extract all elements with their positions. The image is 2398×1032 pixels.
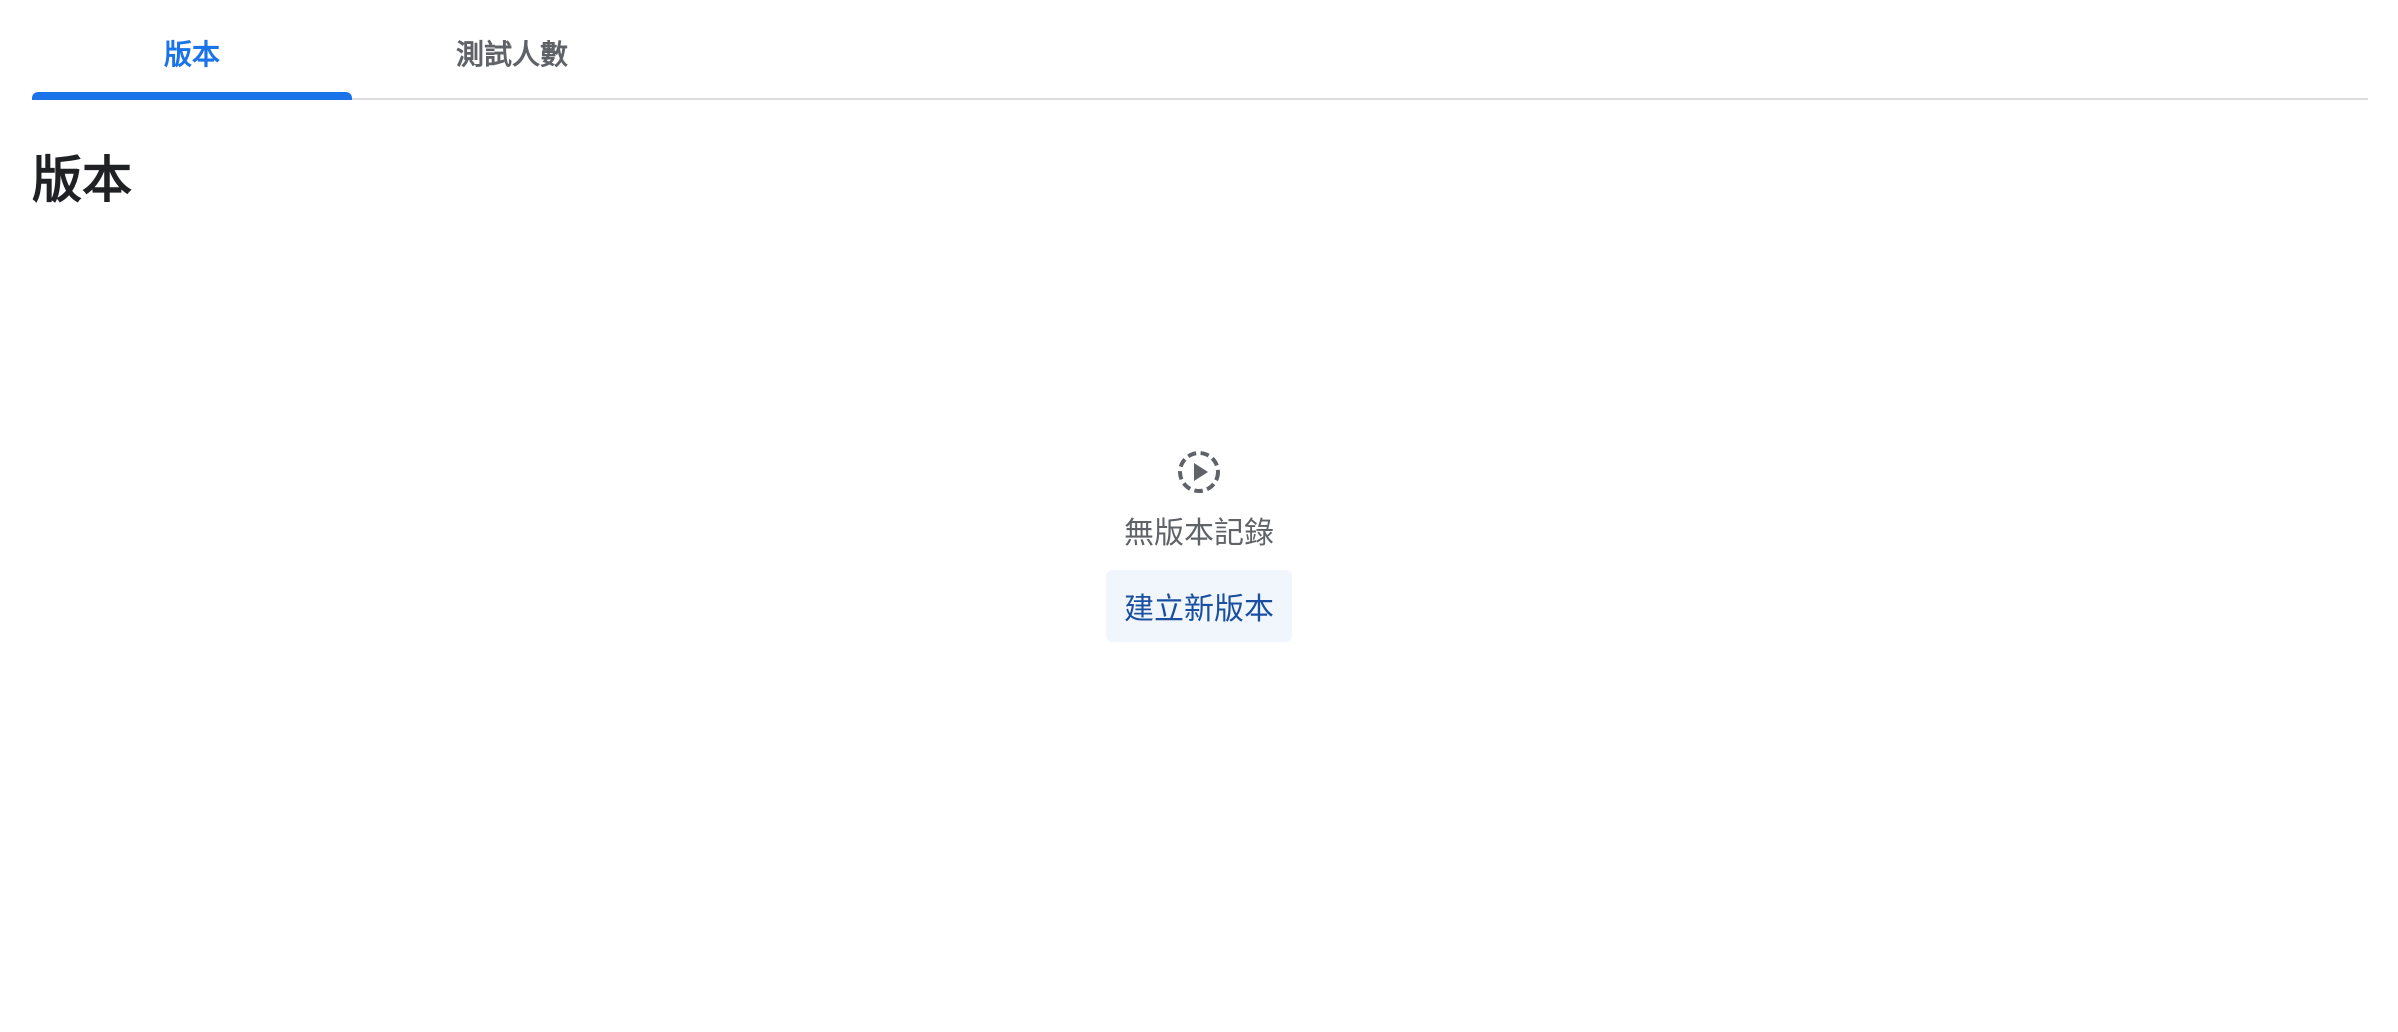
tab-versions-label: 版本 <box>163 38 220 71</box>
tab-versions[interactable]: 版本 <box>32 0 352 100</box>
tab-bar: 版本 測試人數 <box>32 0 2368 100</box>
tab-testers-label: 測試人數 <box>455 38 568 71</box>
page-title: 版本 <box>32 151 132 209</box>
tab-testers[interactable]: 測試人數 <box>352 0 672 98</box>
empty-state-message: 無版本記錄 <box>1124 516 1274 551</box>
empty-state: 無版本記錄 建立新版本 <box>0 448 2398 642</box>
page: 版本 測試人數 版本 無版本記錄 建立新版本 <box>0 0 2398 1032</box>
dashed-circle-play-icon <box>1178 451 1220 493</box>
create-new-version-button[interactable]: 建立新版本 <box>1106 570 1292 642</box>
